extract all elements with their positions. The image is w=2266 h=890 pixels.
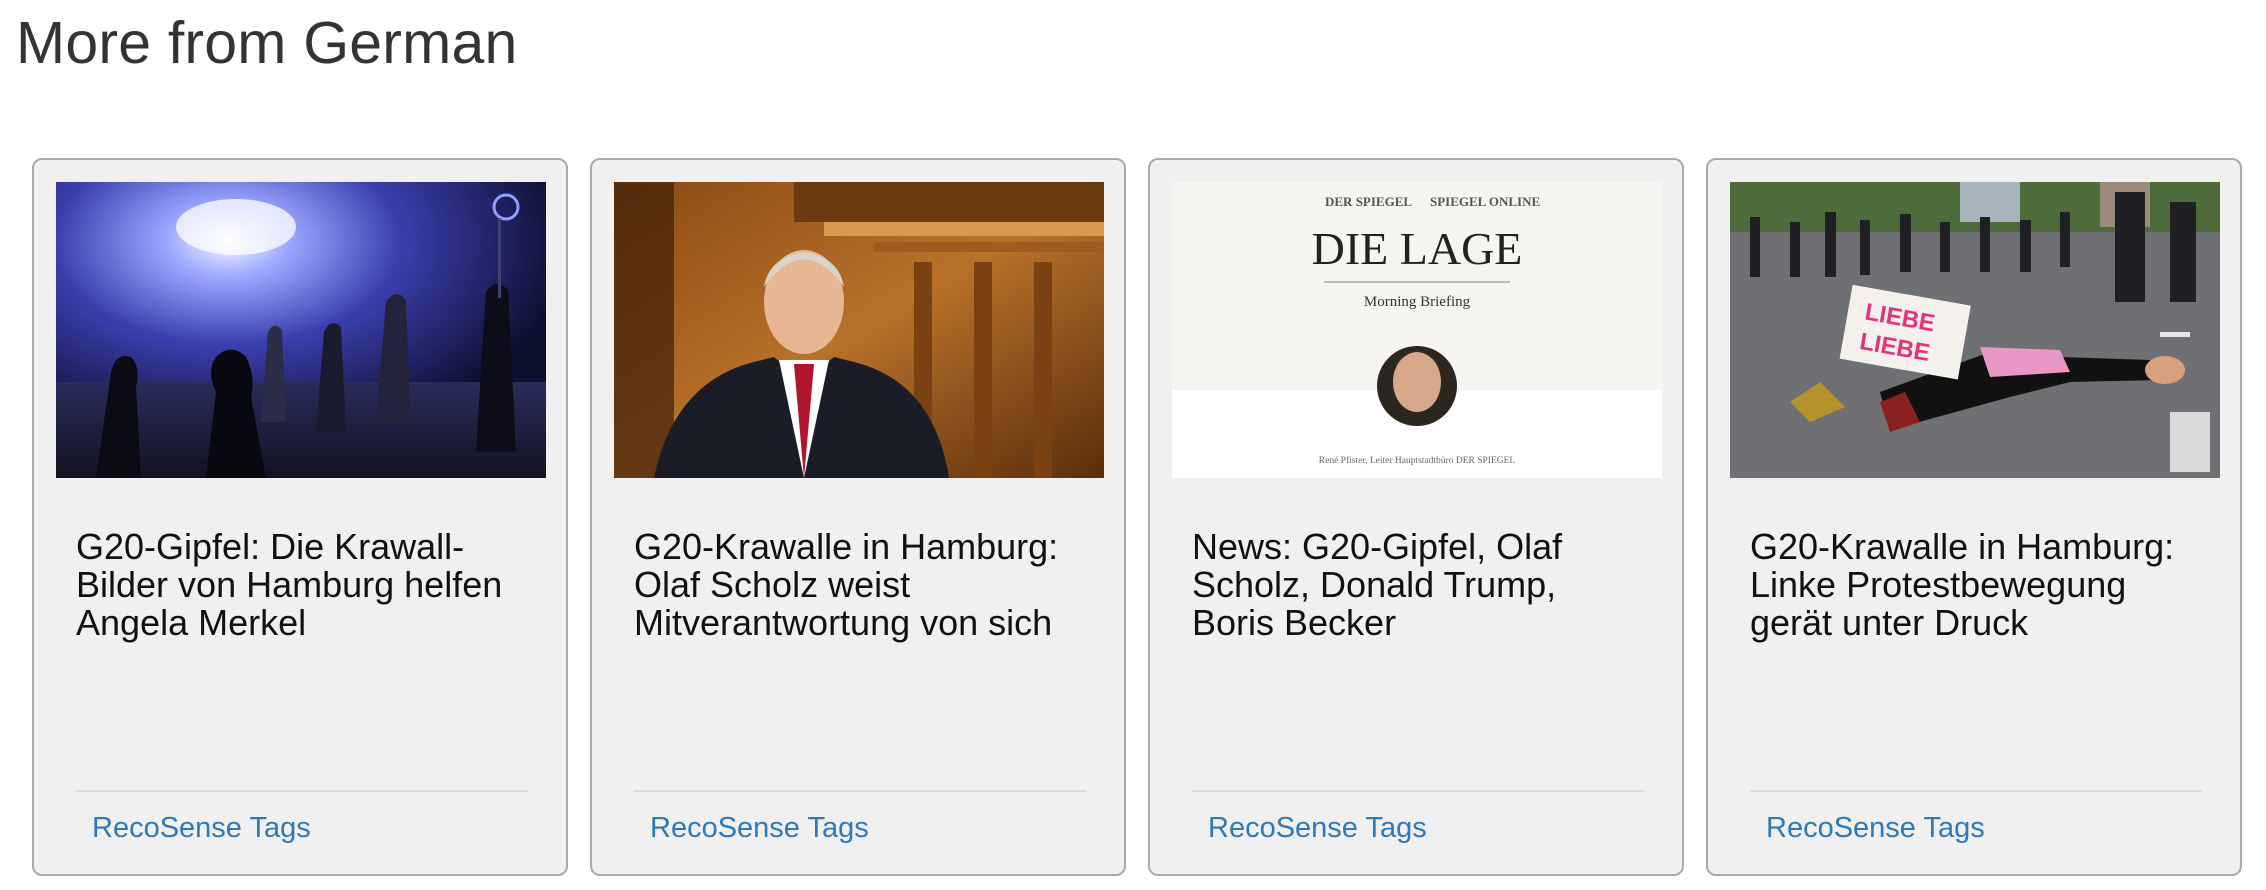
article-thumbnail-briefing[interactable]: DER SPIEGEL SPIEGEL ONLINE DIE LAGE Morn… [1172,182,1662,478]
article-thumbnail-portrait[interactable] [614,182,1104,478]
article-headline[interactable]: News: G20-Gipfel, Olaf Scholz, Donald Tr… [1192,528,1642,642]
protest-photo-icon: LIEBE LIEBE [1730,182,2220,478]
die-lage-graphic-icon: DER SPIEGEL SPIEGEL ONLINE DIE LAGE Morn… [1172,182,1662,478]
article-thumbnail-riot[interactable] [56,182,546,478]
portrait-photo-icon [614,182,1104,478]
card-divider [1192,790,1644,792]
briefing-caption-text: René Pfister, Leiter Hauptstadtbüro DER … [1319,455,1516,466]
recosense-tags-link[interactable]: RecoSense Tags [1208,811,1427,845]
article-headline[interactable]: G20-Krawalle in Hamburg: Olaf Scholz wei… [634,528,1084,642]
recosense-tags-link[interactable]: RecoSense Tags [92,811,311,845]
article-headline[interactable]: G20-Gipfel: Die Krawall-Bilder von Hambu… [76,528,526,642]
article-card[interactable]: G20-Krawalle in Hamburg: Olaf Scholz wei… [590,158,1126,876]
brand-right-text: SPIEGEL ONLINE [1430,194,1540,209]
article-card[interactable]: DER SPIEGEL SPIEGEL ONLINE DIE LAGE Morn… [1148,158,1684,876]
briefing-title-text: DIE LAGE [1312,223,1523,274]
recosense-tags-link[interactable]: RecoSense Tags [1766,811,1985,845]
section-title: More from German [16,10,518,76]
riot-photo-icon [56,182,546,478]
article-card-list: G20-Gipfel: Die Krawall-Bilder von Hambu… [32,158,2242,876]
article-thumbnail-protest[interactable]: LIEBE LIEBE [1730,182,2220,478]
card-divider [634,790,1086,792]
card-divider [1750,790,2202,792]
card-divider [76,790,528,792]
article-headline[interactable]: G20-Krawalle in Hamburg: Linke Protestbe… [1750,528,2200,642]
brand-left-text: DER SPIEGEL [1325,194,1412,209]
article-card[interactable]: LIEBE LIEBE G20-Krawalle in Hamburg: Lin… [1706,158,2242,876]
recosense-tags-link[interactable]: RecoSense Tags [650,811,869,845]
briefing-subtitle-text: Morning Briefing [1364,294,1471,310]
article-card[interactable]: G20-Gipfel: Die Krawall-Bilder von Hambu… [32,158,568,876]
